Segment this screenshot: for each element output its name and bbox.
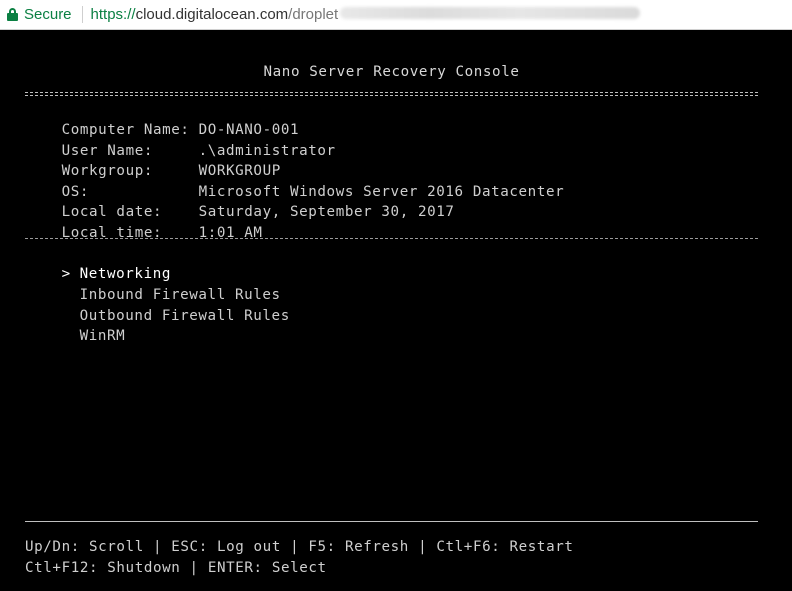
url-host: cloud.digitalocean.com — [135, 6, 289, 23]
recovery-console[interactable]: Nano Server Recovery Console Computer Na… — [0, 30, 792, 591]
lock-icon — [7, 8, 18, 21]
url-scheme: https:// — [90, 6, 136, 23]
browser-address-bar[interactable]: Secure https://cloud.digitalocean.com/dr… — [0, 0, 792, 30]
info-os: OS: Microsoft Windows Server 2016 Datacen… — [25, 168, 564, 200]
address-bar-divider — [81, 6, 83, 23]
secure-label[interactable]: Secure — [24, 6, 72, 23]
url-path: /droplet — [288, 6, 339, 23]
section-divider — [25, 238, 758, 239]
menu-item-label: WinRM — [79, 328, 126, 344]
info-local-time: Local time: 1:01 AM — [25, 209, 263, 241]
footer-rule — [25, 521, 758, 522]
title-rule-lower — [25, 95, 758, 96]
console-title: Nano Server Recovery Console — [263, 64, 520, 80]
info-local-date: Local date: Saturday, September 30, 2017 — [25, 188, 455, 220]
url-field[interactable]: https://cloud.digitalocean.com/droplet — [91, 6, 641, 23]
menu-item-winrm[interactable]: WinRM — [25, 312, 125, 360]
info-workgroup: Workgroup: WORKGROUP — [25, 147, 281, 179]
info-user-name: User Name: .\administrator — [25, 127, 336, 159]
help-line-1: Up/Dn: Scroll | ESC: Log out | F5: Refre… — [25, 539, 574, 555]
title-rule — [25, 92, 758, 93]
info-computer-name: Computer Name: DO-NANO-001 — [25, 106, 299, 138]
url-redacted-blur — [340, 7, 641, 19]
help-line-2: Ctl+F12: Shutdown | ENTER: Select — [25, 560, 327, 576]
